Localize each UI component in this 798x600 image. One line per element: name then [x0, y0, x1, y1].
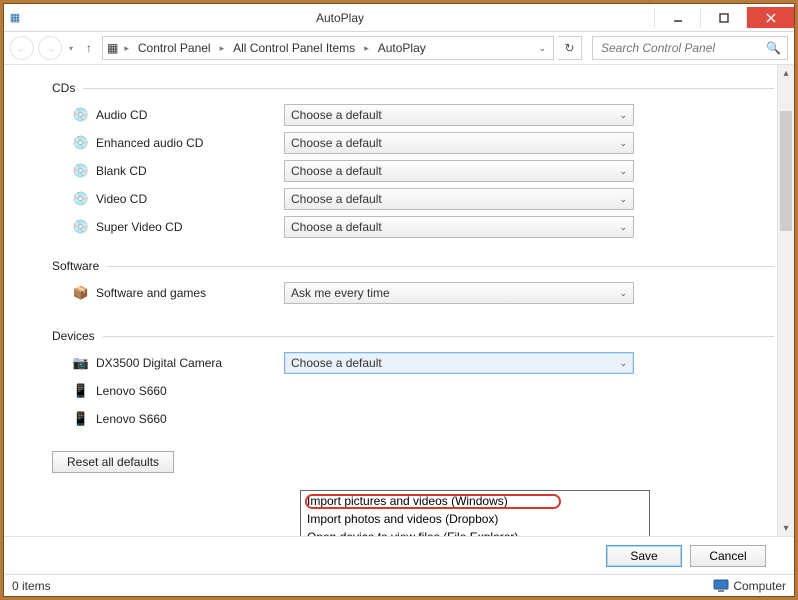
chevron-down-icon: ⌄	[619, 110, 627, 121]
window-title: AutoPlay	[26, 11, 654, 25]
row-blank-cd: 💿 Blank CD Choose a default⌄	[52, 157, 774, 185]
titlebar: ▦ AutoPlay	[4, 4, 794, 32]
computer-icon	[713, 579, 729, 593]
content-scroll: CDs 💿 Audio CD Choose a default⌄ 💿 Enhan…	[4, 65, 794, 536]
camera-icon: 📷	[72, 354, 90, 372]
status-bar: 0 items Computer	[4, 574, 794, 596]
combo-audio-cd[interactable]: Choose a default⌄	[284, 104, 634, 126]
minimize-button[interactable]	[654, 7, 700, 28]
row-dx3500-camera: 📷 DX3500 Digital Camera Choose a default…	[52, 349, 774, 377]
row-lenovo-s660-2: 📱 Lenovo S660	[52, 405, 774, 433]
group-title-devices: Devices	[52, 329, 774, 343]
row-super-video-cd: 💿 Super Video CD Choose a default⌄	[52, 213, 774, 241]
phone-icon: 📱	[72, 382, 90, 400]
row-label: Enhanced audio CD	[96, 136, 284, 150]
dropdown-option[interactable]: Import pictures and videos (Windows)	[301, 492, 649, 510]
row-video-cd: 💿 Video CD Choose a default⌄	[52, 185, 774, 213]
dropdown-option[interactable]: Import photos and videos (Dropbox)	[301, 510, 649, 528]
disc-icon: 💿	[72, 162, 90, 180]
row-label: Super Video CD	[96, 220, 284, 234]
chevron-down-icon: ⌄	[619, 166, 627, 177]
row-audio-cd: 💿 Audio CD Choose a default⌄	[52, 101, 774, 129]
crumb-sep-icon: ▸	[362, 43, 371, 54]
search-input[interactable]	[599, 40, 766, 56]
phone-icon: 📱	[72, 410, 90, 428]
dialog-button-bar: Save Cancel	[4, 536, 794, 574]
window-buttons	[654, 7, 794, 28]
location-icon: ▦	[107, 41, 118, 55]
vertical-scrollbar[interactable]: ▴ ▾	[777, 65, 794, 536]
status-location: Computer	[733, 579, 786, 593]
toolbar: ← → ▾ ↑ ▦ ▸ Control Panel ▸ All Control …	[4, 32, 794, 65]
scroll-track[interactable]	[778, 81, 794, 520]
crumb-control-panel[interactable]: Control Panel	[135, 41, 214, 55]
group-title-cds: CDs	[52, 81, 774, 95]
dropdown-option[interactable]: Open device to view files (File Explorer…	[301, 528, 649, 536]
row-label: DX3500 Digital Camera	[96, 356, 284, 370]
row-label: Software and games	[96, 286, 284, 300]
history-dropdown-button[interactable]: ▾	[66, 44, 76, 53]
disc-icon: 💿	[72, 134, 90, 152]
combo-video-cd[interactable]: Choose a default⌄	[284, 188, 634, 210]
status-item-count: 0 items	[12, 579, 51, 593]
crumb-sep-icon: ▸	[122, 43, 131, 54]
row-enhanced-audio-cd: 💿 Enhanced audio CD Choose a default⌄	[52, 129, 774, 157]
autoplay-window: ▦ AutoPlay ← → ▾ ↑ ▦ ▸ Control Panel ▸ A…	[3, 3, 795, 597]
chevron-down-icon: ⌄	[619, 288, 627, 299]
cancel-button[interactable]: Cancel	[690, 545, 766, 567]
combo-dx3500-camera[interactable]: Choose a default⌄	[284, 352, 634, 374]
crumb-autoplay[interactable]: AutoPlay	[375, 41, 429, 55]
disc-icon: 💿	[72, 106, 90, 124]
chevron-down-icon: ⌄	[619, 222, 627, 233]
search-box[interactable]: 🔍	[592, 36, 788, 60]
refresh-button[interactable]: ↻	[558, 36, 582, 60]
address-bar[interactable]: ▦ ▸ Control Panel ▸ All Control Panel It…	[102, 36, 554, 60]
content-area: CDs 💿 Audio CD Choose a default⌄ 💿 Enhan…	[4, 65, 794, 536]
search-icon: 🔍	[766, 41, 781, 55]
address-dropdown-icon[interactable]: ⌄	[535, 43, 549, 54]
chevron-down-icon: ⌄	[619, 358, 627, 369]
row-lenovo-s660-1: 📱 Lenovo S660	[52, 377, 774, 405]
scroll-thumb[interactable]	[780, 111, 792, 231]
disc-icon: 💿	[72, 218, 90, 236]
row-label: Lenovo S660	[96, 384, 284, 398]
scroll-down-icon[interactable]: ▾	[778, 520, 794, 536]
chevron-down-icon: ⌄	[619, 194, 627, 205]
row-label: Blank CD	[96, 164, 284, 178]
system-icon: ▦	[4, 11, 26, 24]
crumb-sep-icon: ▸	[218, 43, 227, 54]
row-label: Video CD	[96, 192, 284, 206]
scroll-up-icon[interactable]: ▴	[778, 65, 794, 81]
chevron-down-icon: ⌄	[619, 138, 627, 149]
group-title-software: Software	[52, 259, 774, 273]
combo-super-video-cd[interactable]: Choose a default⌄	[284, 216, 634, 238]
crumb-all-items[interactable]: All Control Panel Items	[230, 41, 358, 55]
forward-button[interactable]: →	[38, 36, 62, 60]
save-button[interactable]: Save	[606, 545, 682, 567]
combo-software-games[interactable]: Ask me every time⌄	[284, 282, 634, 304]
row-software-games: 📦 Software and games Ask me every time⌄	[52, 279, 774, 307]
row-label: Lenovo S660	[96, 412, 284, 426]
combo-blank-cd[interactable]: Choose a default⌄	[284, 160, 634, 182]
combo-enhanced-audio-cd[interactable]: Choose a default⌄	[284, 132, 634, 154]
up-button[interactable]: ↑	[80, 41, 98, 55]
row-label: Audio CD	[96, 108, 284, 122]
back-button[interactable]: ←	[10, 36, 34, 60]
reset-all-defaults-button[interactable]: Reset all defaults	[52, 451, 174, 473]
disc-icon: 💿	[72, 190, 90, 208]
package-icon: 📦	[72, 284, 90, 302]
maximize-button[interactable]	[700, 7, 746, 28]
close-button[interactable]	[746, 7, 794, 28]
dropdown-device-options[interactable]: Import pictures and videos (Windows) Imp…	[300, 490, 650, 536]
